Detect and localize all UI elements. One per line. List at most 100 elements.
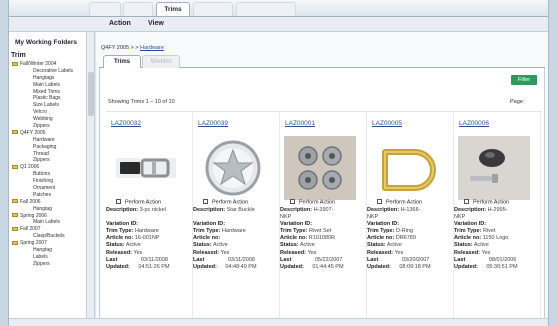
tree-item[interactable]: Patches (9, 192, 87, 199)
top-tab-1[interactable] (89, 2, 121, 16)
field-value: Yes (220, 249, 230, 256)
breadcrumb: Q4FY 2005 > > Hardware (101, 45, 164, 51)
field-variation: Variation ID: (367, 221, 454, 228)
field-label: Updated: (193, 263, 217, 270)
tree-item[interactable]: Thread (9, 151, 87, 158)
tree-item[interactable]: Zippers (9, 123, 87, 130)
view-menu[interactable]: View (148, 20, 164, 27)
tree-item[interactable]: Hangtag (9, 247, 87, 254)
top-tab-5[interactable] (236, 2, 296, 16)
top-tab-bar: Trims (9, 0, 548, 17)
field-label: Status: (280, 242, 299, 249)
tree-item[interactable]: Zippers (9, 261, 87, 268)
tree-folder[interactable]: Fall 2007 (9, 226, 87, 233)
tree-item[interactable]: Ornament (9, 185, 87, 192)
folder-icon (12, 199, 18, 204)
trim-code-link[interactable]: LAZ00006 (459, 120, 489, 127)
field-label: Last (106, 256, 118, 263)
field-label: Updated: (454, 263, 478, 270)
field-value: 1150 Logo (482, 235, 509, 242)
scrollbar-thumb[interactable] (88, 72, 94, 116)
tree-label: Finishing (33, 178, 54, 185)
tree-item[interactable]: Main Labels (9, 219, 87, 226)
trim-thumbnail[interactable] (458, 136, 530, 200)
perform-action-checkbox[interactable] (116, 199, 121, 204)
tree-folder[interactable]: Spring 2006 (9, 213, 87, 220)
tree-folder[interactable]: Fall 2006 (9, 199, 87, 206)
field-value: NKP (367, 214, 379, 221)
field-label: Released: (193, 249, 219, 256)
field-description-2: NKP (454, 214, 541, 221)
tab-wishlist[interactable]: Wishlist (142, 55, 180, 68)
tree-item[interactable]: Size Labels (9, 102, 87, 109)
field-description: Description: Star Buckle (193, 207, 280, 214)
top-tab-4[interactable] (193, 2, 233, 16)
trim-thumbnail[interactable] (110, 136, 182, 200)
trim-card: LAZ00001 Perform Action Description: H-390… (280, 112, 367, 326)
tree-item[interactable]: Plastic Bags (9, 95, 87, 102)
perform-action-checkbox[interactable] (464, 199, 469, 204)
tab-trims-sub[interactable]: Trims (103, 55, 141, 68)
tree-item[interactable]: Labels (9, 254, 87, 261)
tree-item[interactable]: Webbing (9, 116, 87, 123)
field-last-date: Last 03/20/2007 (367, 257, 454, 264)
field-value: Yes (133, 249, 143, 256)
tree-folder[interactable]: Q4FY 2005 (9, 130, 87, 137)
tree-item[interactable]: Finishing (9, 178, 87, 185)
tree-folder[interactable]: Fall/Winter 2004 (9, 61, 87, 68)
tree-label: Q4FY 2005 (20, 129, 46, 136)
tree-item[interactable]: Zippers (9, 157, 87, 164)
field-label: Released: (106, 249, 132, 256)
field-label: Trim Type: (193, 228, 221, 235)
background-window-right (548, 0, 557, 326)
field-article: Article no: DR6789 (367, 235, 454, 242)
perform-action-label: Perform Action (299, 199, 336, 206)
trim-code-link[interactable]: LAZ00005 (372, 120, 402, 127)
tree-root-trim[interactable]: Trim (11, 52, 26, 59)
tree-folder[interactable]: Q1 2006 (9, 164, 87, 171)
field-value: Active (125, 242, 141, 249)
field-label: Last (454, 256, 466, 263)
field-label: Trim Type: (280, 228, 308, 235)
sidebar-scrollbar[interactable] (87, 32, 95, 322)
action-menu[interactable]: Action (109, 20, 131, 27)
perform-action-checkbox[interactable] (203, 199, 208, 204)
tree-label: Mixed Trims (33, 88, 60, 95)
filter-button[interactable]: Filter (511, 75, 537, 85)
horizontal-scrollbar[interactable] (9, 318, 548, 326)
tree-item[interactable]: Hangtags (9, 75, 87, 82)
tree-folder[interactable]: Spring 2007 (9, 240, 87, 247)
main-content: Q4FY 2005 > > Hardware Trims Wishlist Fi… (96, 32, 548, 326)
trim-thumbnail[interactable] (284, 136, 356, 200)
field-description: Description: H-2995- (454, 207, 541, 214)
tree-item[interactable]: Decorative Labels (9, 68, 87, 75)
tree-item[interactable]: Main Labels (9, 82, 87, 89)
field-status: Status: Active (367, 242, 454, 249)
field-updated-time: Updated: 08:09:18 PM (367, 264, 454, 271)
tree-item[interactable]: Clasp/Buckels (9, 233, 87, 240)
tree-item[interactable]: Packaging (9, 144, 87, 151)
trim-code-link[interactable]: LAZ00032 (111, 120, 141, 127)
perform-action-checkbox[interactable] (377, 199, 382, 204)
field-value: Yes (394, 249, 404, 256)
breadcrumb-link-hardware[interactable]: Hardware (140, 45, 164, 51)
tree-item[interactable]: Buttons (9, 171, 87, 178)
field-label: Variation ID: (454, 221, 487, 228)
trim-code-link[interactable]: LAZ00039 (198, 120, 228, 127)
top-tab-2[interactable] (123, 2, 153, 16)
tab-trims[interactable]: Trims (156, 2, 190, 16)
field-value: R101080R (308, 235, 336, 242)
field-article: Article no: (193, 235, 280, 242)
menu-bar: Action View (9, 17, 548, 32)
tree-item[interactable]: Hangtag (9, 206, 87, 213)
tree-label: Patches (33, 191, 52, 198)
field-label: Last (280, 256, 292, 263)
tree-item[interactable]: Velcro (9, 109, 87, 116)
trim-thumbnail[interactable] (371, 136, 443, 200)
tree-item[interactable]: Hardware (9, 137, 87, 144)
trim-code-link[interactable]: LAZ00001 (285, 120, 315, 127)
perform-action-checkbox[interactable] (290, 199, 295, 204)
trim-thumbnail[interactable] (197, 136, 269, 200)
field-spacer (193, 214, 280, 221)
tree-item[interactable]: Mixed Trims (9, 89, 87, 96)
